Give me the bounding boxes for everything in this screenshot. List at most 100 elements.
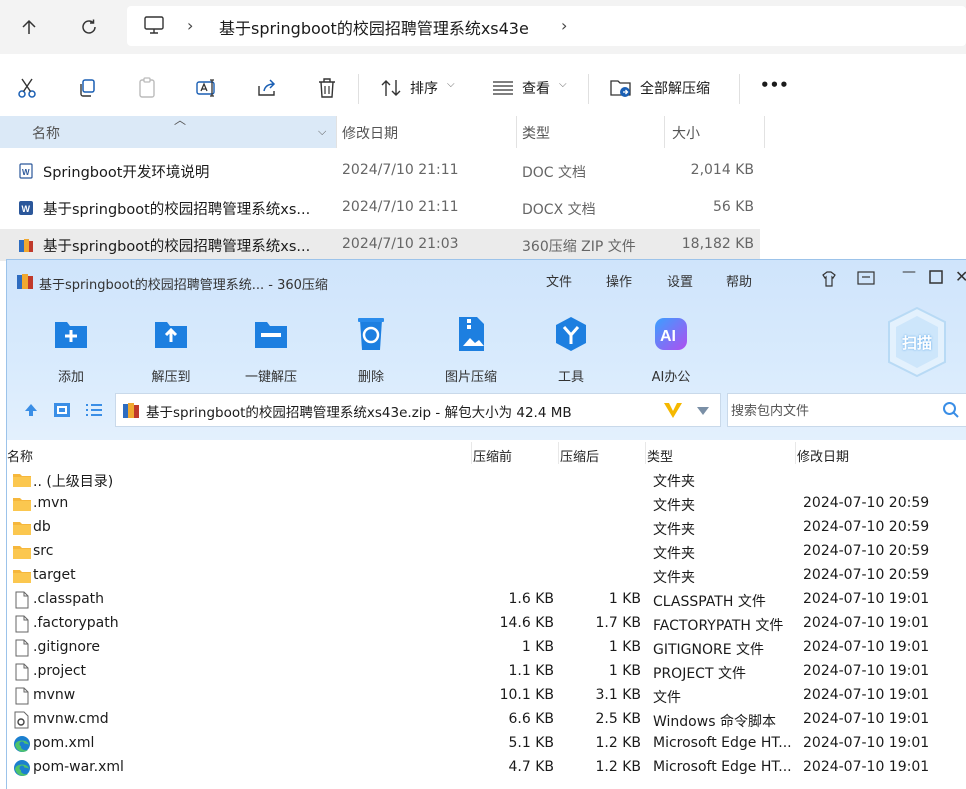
scan-button[interactable]: 扫描 [885, 306, 949, 378]
column-name[interactable]: 名称 [7, 446, 33, 465]
app-logo-icon [17, 274, 33, 289]
column-before[interactable]: 压缩前 [473, 446, 512, 465]
cmd-script-icon [14, 711, 29, 729]
entry-date: 2024-07-10 19:01 [803, 615, 930, 631]
column-after[interactable]: 压缩后 [560, 446, 599, 465]
thumbnail-view-icon[interactable] [53, 402, 71, 418]
file-icon [15, 591, 29, 609]
column-modified[interactable]: 修改日期 [342, 123, 398, 143]
file-icon [15, 615, 29, 633]
archive-row[interactable]: .gitignore 1 KB 1 KB GITIGNORE 文件 2024-07-10… [7, 636, 966, 660]
archive-row[interactable]: .mvn 文件夹 2024-07-10 20:59 [7, 492, 966, 516]
chevron-right-icon[interactable]: › [561, 16, 567, 35]
archive-row[interactable]: mvnw.cmd 6.6 KB 2.5 KB Windows 命令脚本 2024-07-… [7, 708, 966, 732]
file-row[interactable]: W 基于springboot的校园招聘管理系统xs... 2024/7/10 2… [0, 192, 760, 224]
view-label[interactable]: 查看 [522, 78, 550, 98]
file-row-selected[interactable]: 基于springboot的校园招聘管理系统xs... 2024/7/10 21:… [0, 229, 760, 261]
column-type[interactable]: 类型 [522, 123, 550, 143]
archive-path-box[interactable]: 基于springboot的校园招聘管理系统xs43e.zip - 解包大小为 4… [115, 393, 721, 427]
list-view-icon [493, 81, 513, 95]
share-button[interactable] [255, 76, 279, 100]
entry-name: .factorypath [33, 615, 119, 631]
breadcrumb[interactable]: › 基于springboot的校园招聘管理系统xs43e › [127, 6, 966, 46]
column-type[interactable]: 类型 [647, 446, 673, 465]
search-input[interactable] [731, 399, 931, 421]
entry-size-after: 1.2 KB [595, 735, 642, 751]
extract-all-button[interactable] [609, 76, 633, 100]
paste-button[interactable] [135, 76, 159, 100]
archive-row[interactable]: .classpath 1.6 KB 1 KB CLASSPATH 文件 2024-07-… [7, 588, 966, 612]
maximize-button[interactable] [929, 270, 943, 284]
menu-operate[interactable]: 操作 [606, 271, 632, 290]
entry-type: Microsoft Edge HT... [653, 759, 792, 775]
up-button[interactable] [12, 10, 46, 44]
chevron-down-icon[interactable]: ⌵ [318, 125, 326, 139]
archive-row[interactable]: target 文件夹 2024-07-10 20:59 [7, 564, 966, 588]
entry-date: 2024-07-10 19:01 [803, 759, 930, 775]
archive-row[interactable]: pom.xml 5.1 KB 1.2 KB Microsoft Edge HT... 2… [7, 732, 966, 756]
address-bar-row: › 基于springboot的校园招聘管理系统xs43e › [0, 0, 966, 54]
entry-date: 2024-07-10 19:01 [803, 711, 930, 727]
refresh-button[interactable] [72, 10, 106, 44]
chevron-down-icon[interactable] [696, 406, 710, 416]
more-options-button[interactable]: ••• [760, 76, 789, 94]
sort-label[interactable]: 排序 [410, 78, 438, 98]
column-date[interactable]: 修改日期 [797, 446, 849, 465]
file-type: DOC 文档 [522, 165, 587, 181]
image-compress-button[interactable]: 图片压缩 [426, 314, 516, 385]
rename-button[interactable] [195, 76, 219, 100]
delete-button[interactable] [315, 76, 339, 100]
archive-row[interactable]: db 文件夹 2024-07-10 20:59 [7, 516, 966, 540]
file-row[interactable]: W Springboot开发环境说明 2024/7/10 21:11 DOC 文… [0, 155, 760, 187]
archive-row[interactable]: src 文件夹 2024-07-10 20:59 [7, 540, 966, 564]
svg-text:W: W [22, 204, 31, 214]
search-icon[interactable] [942, 401, 960, 419]
entry-type: CLASSPATH 文件 [653, 594, 766, 610]
menu-file[interactable]: 文件 [546, 271, 572, 290]
list-view-icon[interactable] [85, 403, 103, 417]
window-title: 基于springboot的校园招聘管理系统... - 360压缩 [39, 278, 328, 293]
column-name[interactable]: 名称 [32, 123, 60, 143]
minimize-button[interactable]: — [902, 264, 916, 280]
delete-button[interactable]: 删除 [326, 314, 416, 385]
add-button[interactable]: 添加 [26, 314, 116, 385]
ai-office-button[interactable]: AI AI办公 [626, 314, 716, 385]
entry-date: 2024-07-10 20:59 [803, 519, 930, 535]
search-box[interactable] [727, 393, 966, 427]
entry-type: PROJECT 文件 [653, 666, 746, 682]
copy-button[interactable] [75, 76, 99, 100]
view-button[interactable] [491, 76, 515, 100]
archive-row[interactable]: .. (上级目录) 文件夹 [7, 468, 966, 492]
extract-to-icon [155, 322, 187, 348]
breadcrumb-folder[interactable]: 基于springboot的校园招聘管理系统xs43e [219, 15, 529, 39]
chevron-down-icon: ⌵ [447, 79, 455, 90]
archive-window: 基于springboot的校园招聘管理系统... - 360压缩 文件 操作 设… [6, 259, 966, 789]
skin-icon[interactable] [820, 270, 838, 288]
column-header-row: 名称 ︿ ⌵ 修改日期 类型 大小 [0, 113, 966, 148]
menu-settings[interactable]: 设置 [667, 271, 693, 290]
entry-name: .mvn [33, 495, 69, 511]
file-date: 2024/7/10 21:03 [342, 236, 459, 252]
tools-button[interactable]: 工具 [526, 314, 616, 385]
archive-row[interactable]: .factorypath 14.6 KB 1.7 KB FACTORYPATH 文件 2… [7, 612, 966, 636]
entry-name: mvnw.cmd [33, 711, 109, 727]
menu-help[interactable]: 帮助 [726, 271, 752, 290]
one-click-extract-button[interactable]: 一键解压 [226, 314, 316, 385]
extract-to-button[interactable]: 解压到 [126, 314, 216, 385]
close-button[interactable]: ✕ [955, 267, 966, 286]
entry-size-before: 5.1 KB [508, 735, 555, 751]
archive-row[interactable]: mvnw 10.1 KB 3.1 KB 文件 2024-07-10 19:01 [7, 684, 966, 708]
up-arrow-icon[interactable] [23, 402, 39, 418]
file-type: DOCX 文档 [522, 202, 596, 218]
archive-row[interactable]: pom-war.xml 4.7 KB 1.2 KB Microsoft Edge HT… [7, 756, 966, 780]
archive-column-header: 名称 压缩前 压缩后 类型 修改日期 [7, 442, 966, 466]
feedback-icon[interactable] [857, 271, 875, 287]
column-size[interactable]: 大小 [672, 123, 700, 143]
divider [516, 116, 517, 148]
extract-all-label[interactable]: 全部解压缩 [640, 78, 710, 98]
archive-row[interactable]: .project 1.1 KB 1 KB PROJECT 文件 2024-07-10 1… [7, 660, 966, 684]
entry-name: .project [33, 663, 87, 679]
sort-button[interactable] [379, 76, 403, 100]
cut-button[interactable] [15, 76, 39, 100]
archive-toolbar-area: 基于springboot的校园招聘管理系统... - 360压缩 文件 操作 设… [7, 260, 966, 440]
